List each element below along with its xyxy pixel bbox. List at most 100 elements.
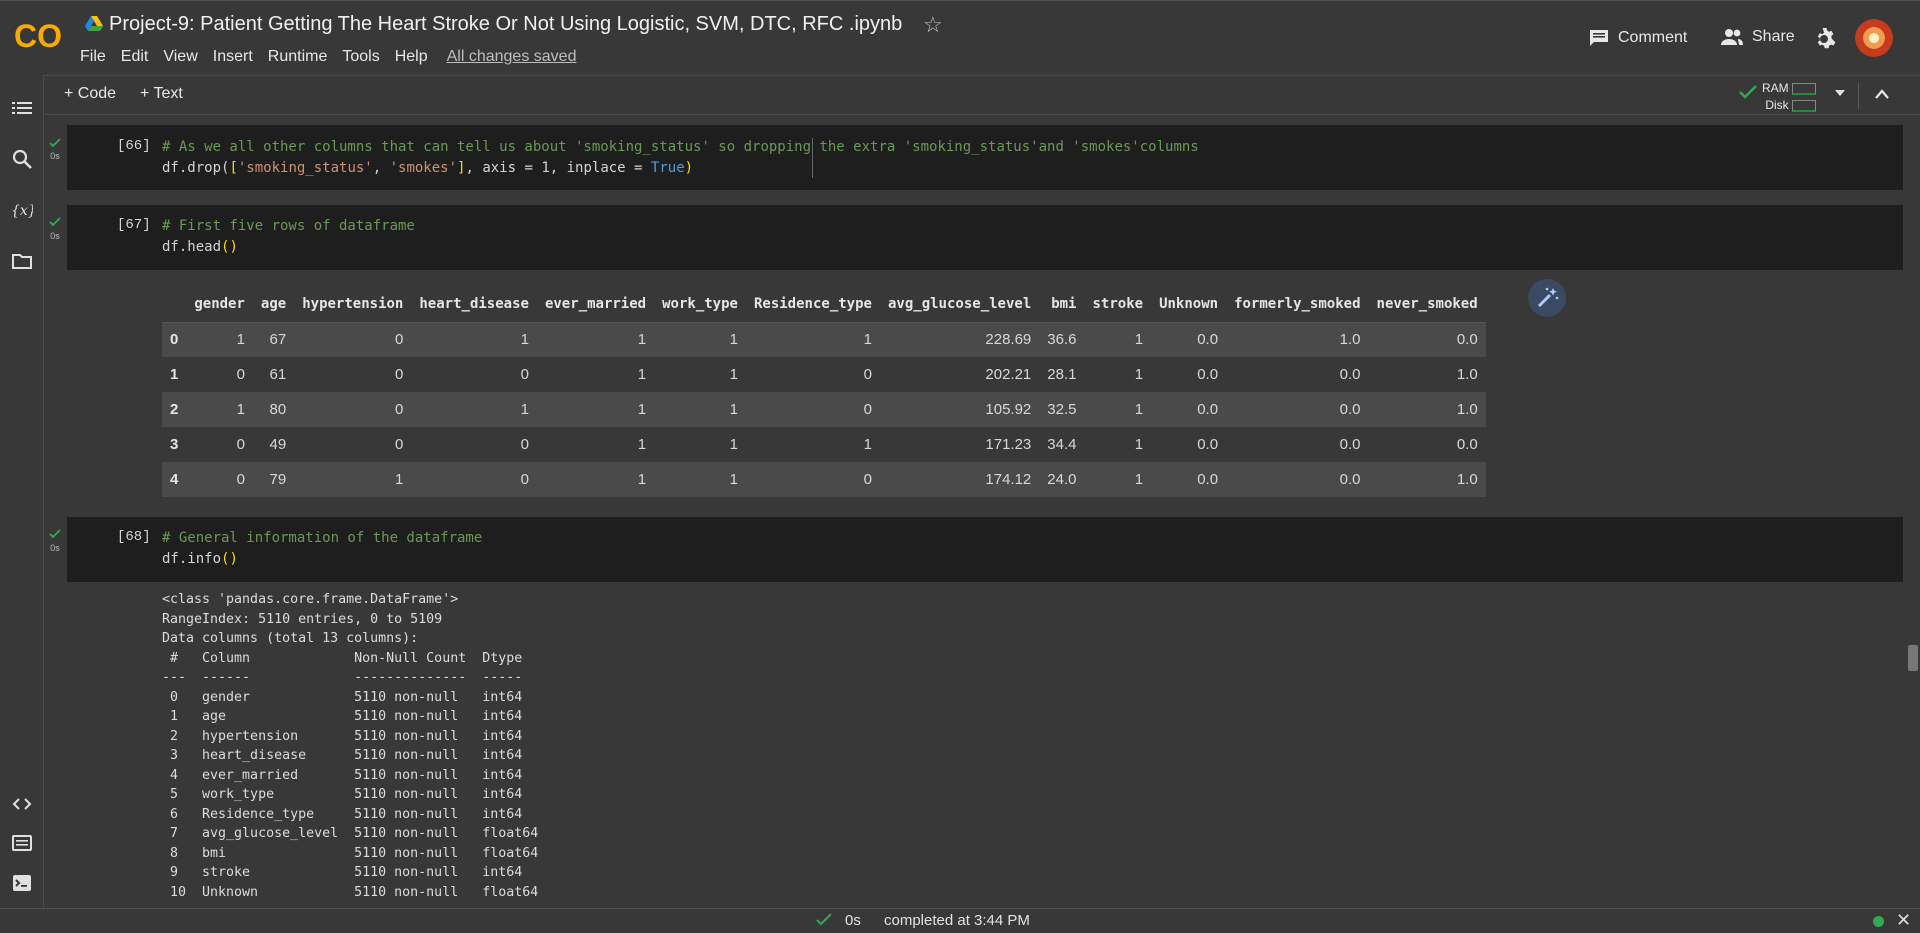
add-text-button[interactable]: + Text xyxy=(140,85,183,103)
table-cell: 1 xyxy=(536,427,655,462)
star-icon[interactable]: ☆ xyxy=(923,12,943,38)
text-cursor xyxy=(812,138,813,178)
table-cell: 0 xyxy=(411,427,537,462)
cell-66-keyword: True xyxy=(650,160,685,176)
table-cell: 202.21 xyxy=(879,357,1040,392)
column-header: bmi xyxy=(1039,286,1085,323)
header: CO Project-9: Patient Getting The Heart … xyxy=(0,0,1920,75)
index-header xyxy=(162,286,187,323)
cell-66-code-prefix: df.drop( xyxy=(162,160,230,176)
logo-text: CO xyxy=(14,19,62,53)
menu-edit[interactable]: Edit xyxy=(121,48,149,66)
command-palette-icon[interactable] xyxy=(11,832,33,854)
table-cell: 67 xyxy=(252,322,295,357)
comment-label: Comment xyxy=(1618,29,1688,46)
comment-icon xyxy=(1590,30,1608,46)
info-line: <class 'pandas.core.frame.DataFrame'> xyxy=(162,592,459,607)
table-cell: 0.0 xyxy=(1368,427,1486,462)
code-snippets-icon[interactable] xyxy=(11,793,33,815)
table-cell: 0.0 xyxy=(1368,322,1486,357)
info-line: 7 avg_glucose_level 5110 non-null float6… xyxy=(162,826,539,841)
table-cell: 0 xyxy=(411,357,537,392)
table-cell: 1 xyxy=(536,462,655,497)
colab-logo[interactable]: CO xyxy=(14,19,64,53)
cell-67-call: df.head xyxy=(162,239,222,255)
table-cell: 0 xyxy=(186,427,253,462)
cell-67-code[interactable]: # First five rows of dataframe df.head() xyxy=(162,216,415,258)
add-code-button[interactable]: + Code xyxy=(64,85,116,103)
status-completed-text[interactable]: completed at 3:44 PM xyxy=(884,912,1030,929)
cell-68-check-icon xyxy=(49,529,61,539)
table-cell: 1 xyxy=(536,357,655,392)
table-cell: 61 xyxy=(252,357,295,392)
resource-labels[interactable]: RAM Disk xyxy=(1762,80,1789,114)
table-header-row: gender age hypertension heart_disease ever_m… xyxy=(162,286,1486,323)
table-cell: 0 xyxy=(745,392,880,427)
cell-68-code[interactable]: # General information of the dataframe d… xyxy=(162,528,482,570)
column-header: heart_disease xyxy=(411,286,537,323)
menu-help[interactable]: Help xyxy=(395,48,428,66)
info-line: Data columns (total 13 columns): xyxy=(162,631,419,646)
avatar[interactable] xyxy=(1855,19,1893,57)
menu-view[interactable]: View xyxy=(163,48,197,66)
close-icon[interactable]: ✕ xyxy=(1896,910,1911,931)
table-cell: 174.12 xyxy=(879,462,1040,497)
runtime-dropdown-icon[interactable] xyxy=(1835,90,1845,96)
table-of-contents-icon[interactable] xyxy=(11,97,33,119)
table-row: 1 0 61 0 0 1 1 0 202.21 28.1 1 0.0 0.0 1.0 xyxy=(162,357,1486,392)
cell-68-call: df.info xyxy=(162,551,222,567)
table-cell: 1 xyxy=(654,322,746,357)
table-cell: 1 xyxy=(745,427,880,462)
share-button[interactable]: Share xyxy=(1720,28,1795,46)
cell-66-code[interactable]: # As we all other columns that can tell … xyxy=(162,137,1199,179)
table-cell: 1 xyxy=(1084,322,1152,357)
cell-66-exec-count[interactable]: [66] xyxy=(117,138,151,154)
notebook-toolbar: + Code + Text RAM Disk xyxy=(44,75,1920,115)
left-rail: {x} xyxy=(0,75,44,908)
notebook-title[interactable]: Project-9: Patient Getting The Heart Str… xyxy=(109,13,902,36)
info-text-output: <class 'pandas.core.frame.DataFrame'> Ran… xyxy=(162,590,538,902)
table-cell: 1 xyxy=(536,392,655,427)
column-header: Unknown xyxy=(1151,286,1227,323)
table-cell: 171.23 xyxy=(879,427,1040,462)
table-cell: 1 xyxy=(654,392,746,427)
variables-icon[interactable]: {x} xyxy=(11,199,33,221)
cell-68-comment: # General information of the dataframe xyxy=(162,530,483,546)
scrollbar-thumb[interactable] xyxy=(1908,645,1918,671)
menu-insert[interactable]: Insert xyxy=(213,48,253,66)
info-line: 3 heart_disease 5110 non-null int64 xyxy=(162,748,539,763)
table-cell: 1 xyxy=(536,322,655,357)
search-icon[interactable] xyxy=(11,148,33,170)
menu-file[interactable]: File xyxy=(80,48,106,66)
connected-check-icon xyxy=(1739,85,1757,99)
cell-67-exec-count[interactable]: [67] xyxy=(117,217,151,233)
menu-runtime[interactable]: Runtime xyxy=(268,48,328,66)
table-cell: 0.0 xyxy=(1226,392,1369,427)
cell-66-code-rest: , axis = 1, inplace = xyxy=(465,160,651,176)
menu-tools[interactable]: Tools xyxy=(342,48,379,66)
table-cell: 1 xyxy=(411,322,537,357)
comment-button[interactable]: Comment xyxy=(1588,28,1687,48)
disk-label: Disk xyxy=(1765,98,1789,112)
cell-67-time: 0s xyxy=(50,231,60,241)
info-line: 9 stroke 5110 non-null int64 xyxy=(162,865,539,880)
table-cell: 0.0 xyxy=(1226,427,1369,462)
gear-icon[interactable] xyxy=(1812,27,1836,51)
cell-67-comment: # First five rows of dataframe xyxy=(162,218,415,234)
table-cell: 1 xyxy=(654,357,746,392)
cell-68-exec-count[interactable]: [68] xyxy=(117,529,151,545)
table-cell: 0 xyxy=(294,322,412,357)
cell-66-str2: 'smokes' xyxy=(389,160,458,176)
magic-wand-icon[interactable] xyxy=(1528,279,1566,317)
table-cell: 1 xyxy=(411,392,537,427)
status-exec-time[interactable]: 0s xyxy=(845,912,861,929)
terminal-icon[interactable] xyxy=(11,872,33,894)
chevron-up-icon[interactable] xyxy=(1874,88,1890,100)
info-line: 8 bmi 5110 non-null float64 xyxy=(162,845,539,861)
table-cell: 36.6 xyxy=(1039,322,1085,357)
folder-icon[interactable] xyxy=(11,250,33,272)
save-status-link[interactable]: All changes saved xyxy=(447,48,577,66)
table-cell: 1 xyxy=(1084,357,1152,392)
info-line: 0 gender 5110 non-null int64 xyxy=(162,689,539,705)
info-line: 6 Residence_type 5110 non-null int64 xyxy=(162,806,539,822)
